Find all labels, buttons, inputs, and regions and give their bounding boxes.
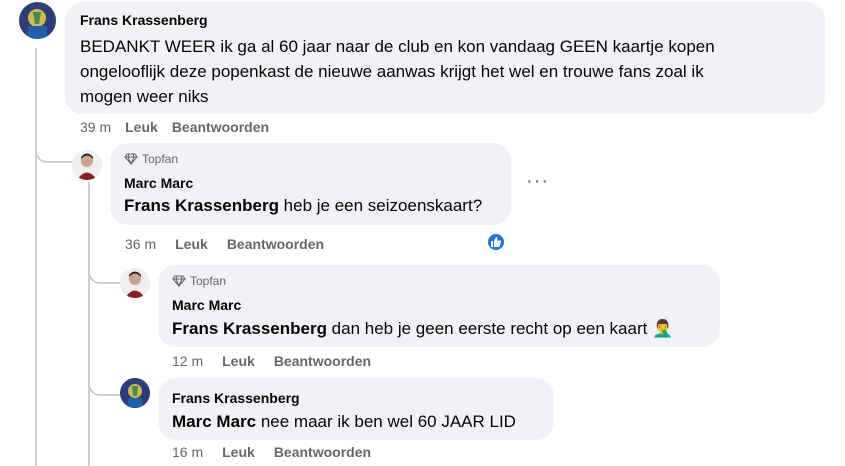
thumbs-up-icon[interactable] bbox=[486, 232, 506, 252]
avatar[interactable] bbox=[120, 378, 150, 408]
avatar[interactable] bbox=[72, 150, 102, 180]
comment-actions: 39 m Leuk Beantwoorden bbox=[80, 119, 269, 135]
thread-connector bbox=[35, 135, 73, 163]
topfan-badge: Topfan bbox=[172, 274, 226, 288]
comment-time[interactable]: 12 m bbox=[172, 353, 203, 369]
comment-body: heb je een seizoenskaart? bbox=[278, 196, 483, 215]
like-button[interactable]: Leuk bbox=[222, 444, 255, 460]
mention-link[interactable]: Frans Krassenberg bbox=[124, 196, 279, 215]
comment-text: Frans Krassenberg heb je een seizoenskaa… bbox=[124, 193, 482, 218]
thread-connector bbox=[88, 368, 121, 396]
comment-text-line: BEDANKT WEER ik ga al 60 jaar naar de cl… bbox=[80, 37, 715, 56]
comment-time[interactable]: 16 m bbox=[172, 444, 203, 460]
comment-bubble: Topfan Marc Marc Frans Krassenberg dan h… bbox=[158, 265, 720, 347]
reply-button[interactable]: Beantwoorden bbox=[227, 236, 324, 252]
more-options-icon[interactable]: ··· bbox=[526, 170, 549, 193]
comment-bubble: Topfan Marc Marc Frans Krassenberg heb j… bbox=[110, 143, 511, 225]
thread-line-main bbox=[35, 48, 37, 466]
thread-connector bbox=[88, 256, 121, 284]
comment-author[interactable]: Frans Krassenberg bbox=[172, 390, 300, 406]
comment-actions: 16 m Leuk Beantwoorden bbox=[172, 444, 371, 460]
like-button[interactable]: Leuk bbox=[125, 119, 158, 135]
like-button[interactable]: Leuk bbox=[222, 353, 255, 369]
like-button[interactable]: Leuk bbox=[175, 236, 208, 252]
comment-author[interactable]: Marc Marc bbox=[172, 297, 241, 313]
comment-author[interactable]: Marc Marc bbox=[124, 175, 193, 191]
comment-actions: 36 m Leuk Beantwoorden bbox=[125, 236, 324, 252]
mention-link[interactable]: Marc Marc bbox=[172, 412, 256, 431]
comment-text-line: ongelooflijk deze popenkast de nieuwe aa… bbox=[80, 62, 704, 81]
comment-text-line: mogen weer niks bbox=[80, 87, 209, 106]
comment-text: Marc Marc nee maar ik ben wel 60 JAAR LI… bbox=[172, 409, 516, 434]
reply-button[interactable]: Beantwoorden bbox=[172, 119, 269, 135]
comment-bubble: Frans Krassenberg BEDANKT WEER ik ga al … bbox=[65, 2, 825, 114]
reply-button[interactable]: Beantwoorden bbox=[274, 444, 371, 460]
comment-bubble: Frans Krassenberg Marc Marc nee maar ik … bbox=[158, 378, 554, 440]
comment-body: dan heb je geen eerste recht op een kaar… bbox=[326, 319, 653, 338]
comment-actions: 12 m Leuk Beantwoorden bbox=[172, 353, 371, 369]
topfan-badge: Topfan bbox=[124, 152, 178, 166]
comment-time[interactable]: 36 m bbox=[125, 236, 156, 252]
comment-author[interactable]: Frans Krassenberg bbox=[80, 12, 208, 28]
comment-time[interactable]: 39 m bbox=[80, 119, 111, 135]
topfan-label: Topfan bbox=[142, 152, 179, 166]
facepalm-emoji: 🤦‍♂️ bbox=[652, 319, 674, 338]
thread-line-nested bbox=[88, 182, 90, 466]
avatar[interactable] bbox=[19, 2, 56, 39]
reply-button[interactable]: Beantwoorden bbox=[274, 353, 371, 369]
comment-body: nee maar ik ben wel 60 JAAR LID bbox=[256, 412, 516, 431]
avatar[interactable] bbox=[120, 268, 150, 298]
topfan-label: Topfan bbox=[190, 274, 227, 288]
mention-link[interactable]: Frans Krassenberg bbox=[172, 319, 327, 338]
comment-text: Frans Krassenberg dan heb je geen eerste… bbox=[172, 316, 673, 341]
diamond-icon bbox=[124, 153, 138, 165]
diamond-icon bbox=[172, 275, 186, 287]
